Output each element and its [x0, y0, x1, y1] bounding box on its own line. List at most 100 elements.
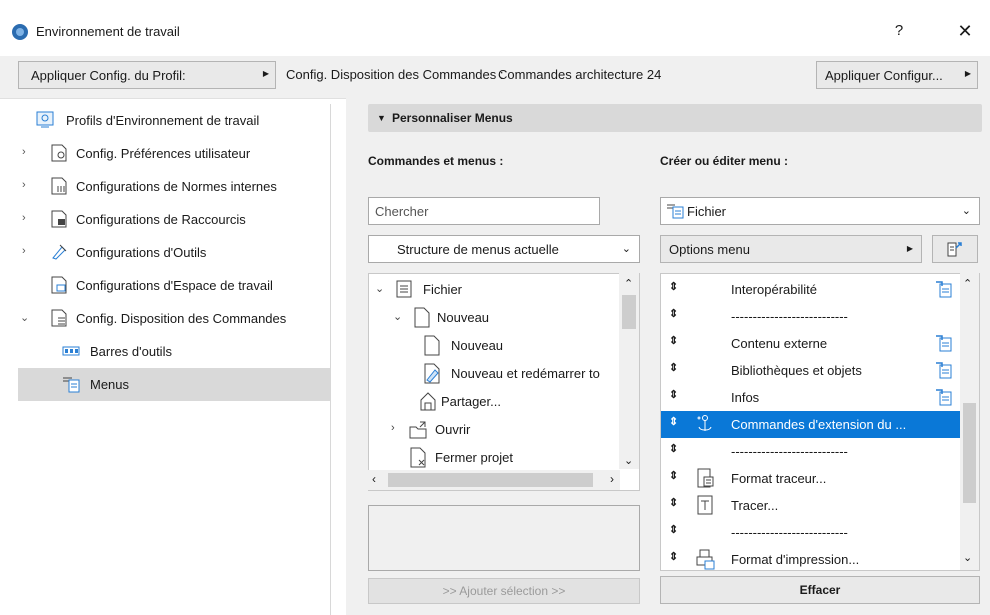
menu-item-interoperabilite[interactable]: ⇕ Interopérabilité	[661, 276, 961, 303]
drag-handle-icon[interactable]: ⇕	[669, 334, 678, 347]
section-header[interactable]: ▼ Personnaliser Menus	[368, 104, 982, 132]
window-title: Environnement de travail	[36, 24, 180, 39]
chevron-down-icon: ⌄	[961, 205, 971, 217]
menu-item-infos[interactable]: ⇕ Infos	[661, 384, 961, 411]
menu-item-format-impression[interactable]: ⇕ Format d'impression...	[661, 546, 961, 570]
workspace-icon	[51, 276, 67, 294]
command-description-box	[368, 505, 640, 571]
tree-item-label: Fichier	[423, 282, 463, 297]
menu-select-dropdown[interactable]: Fichier ⌄	[660, 197, 980, 225]
apply-config-button[interactable]: Appliquer Configur... ▶	[816, 61, 978, 89]
chevron-down-icon[interactable]: ⌄	[375, 282, 384, 295]
close-button[interactable]: ✕	[950, 18, 980, 44]
scroll-thumb[interactable]	[388, 473, 593, 487]
config-value: Commandes architecture 24	[498, 67, 662, 82]
menu-select-value: Fichier	[687, 204, 727, 219]
help-button[interactable]: ?	[884, 18, 914, 44]
drag-handle-icon[interactable]: ⇕	[669, 280, 678, 293]
drag-handle-icon[interactable]: ⇕	[669, 442, 678, 455]
chevron-right-icon[interactable]: ›	[22, 179, 26, 191]
sidebar-item-command-layout[interactable]: ⌄ Config. Disposition des Commandes	[18, 302, 330, 335]
menu-item-label: ---------------------------	[731, 525, 848, 540]
menu-item-label: Tracer...	[731, 498, 779, 513]
menu-item-extensions[interactable]: ⇕ Commandes d'extension du ...	[661, 411, 961, 438]
drag-handle-icon[interactable]: ⇕	[669, 523, 678, 536]
menu-structure-value: Structure de menus actuelle	[397, 242, 559, 257]
drag-handle-icon[interactable]: ⇕	[669, 415, 678, 428]
chevron-down-icon[interactable]: ⌄	[393, 310, 402, 323]
sidebar-item-toolbars[interactable]: Barres d'outils	[18, 335, 330, 368]
sidebar-item-shortcuts[interactable]: › Configurations de Raccourcis	[18, 203, 330, 236]
sidebar-item-label: Configurations de Raccourcis	[76, 212, 246, 227]
create-menu-heading: Créer ou éditer menu :	[660, 154, 789, 168]
scroll-thumb[interactable]	[622, 295, 636, 329]
menu-structure-dropdown[interactable]: Structure de menus actuelle ⌄	[368, 235, 640, 263]
sidebar-item-standards[interactable]: › Configurations de Normes internes	[18, 170, 330, 203]
close-project-icon	[410, 447, 426, 468]
scroll-thumb[interactable]	[963, 403, 976, 503]
sidebar-item-label: Configurations d'Outils	[76, 245, 207, 260]
scroll-up-icon[interactable]: ⌃	[963, 277, 972, 290]
apply-profile-label: Appliquer Config. du Profil:	[31, 68, 186, 83]
sidebar-item-menus[interactable]: Menus	[18, 368, 330, 401]
clear-button[interactable]: Effacer	[660, 576, 980, 604]
submenu-icon	[936, 362, 952, 379]
sidebar-item-label: Config. Préférences utilisateur	[76, 146, 251, 161]
menu-item-tracer[interactable]: ⇕ Tracer...	[661, 492, 961, 519]
submenu-icon	[936, 335, 952, 352]
commands-vertical-scrollbar[interactable]: ⌃ ⌄	[619, 273, 639, 469]
arrow-right-icon: ▶	[906, 244, 913, 253]
menu-item-separator[interactable]: ⇕ ---------------------------	[661, 303, 961, 330]
export-menu-button[interactable]	[932, 235, 978, 263]
drag-handle-icon[interactable]: ⇕	[669, 469, 678, 482]
apply-config-label: Appliquer Configur...	[825, 68, 943, 83]
chevron-right-icon[interactable]: ›	[22, 146, 26, 158]
settings-tree: Profils d'Environnement de travail › Con…	[18, 104, 331, 615]
toolbar-icon	[62, 346, 80, 356]
chevron-down-icon[interactable]: ⌄	[20, 311, 29, 324]
open-icon	[409, 421, 427, 439]
tree-item-label: Partager...	[441, 394, 501, 409]
chevron-right-icon[interactable]: ›	[391, 422, 395, 434]
chevron-right-icon[interactable]: ›	[22, 212, 26, 224]
search-input[interactable]	[368, 197, 600, 225]
scroll-down-icon[interactable]: ⌄	[963, 551, 972, 564]
commands-horizontal-scrollbar[interactable]: ‹ ›	[368, 470, 620, 490]
menu-list-scrollbar[interactable]: ⌃ ⌄	[960, 273, 979, 570]
menu-item-separator[interactable]: ⇕ ---------------------------	[661, 519, 961, 546]
apply-profile-button[interactable]: Appliquer Config. du Profil: ▶	[18, 61, 276, 89]
menu-item-contenu-externe[interactable]: ⇕ Contenu externe	[661, 330, 961, 357]
drag-handle-icon[interactable]: ⇕	[669, 550, 678, 563]
drag-handle-icon[interactable]: ⇕	[669, 496, 678, 509]
sidebar-item-label: Menus	[90, 377, 130, 392]
menu-item-bibliotheques[interactable]: ⇕ Bibliothèques et objets	[661, 357, 961, 384]
menu-doc-icon	[396, 280, 412, 298]
drag-handle-icon[interactable]: ⇕	[669, 388, 678, 401]
menu-item-label: ---------------------------	[731, 444, 848, 459]
chevron-right-icon[interactable]: ›	[22, 245, 26, 257]
sidebar-item-user-prefs[interactable]: › Config. Préférences utilisateur	[18, 137, 330, 170]
sidebar-item-tools[interactable]: › Configurations d'Outils	[18, 236, 330, 269]
menu-item-separator[interactable]: ⇕ ---------------------------	[661, 438, 961, 465]
scroll-right-icon[interactable]: ›	[610, 472, 614, 486]
print-setup-icon	[696, 549, 715, 570]
drag-handle-icon[interactable]: ⇕	[669, 361, 678, 374]
sidebar-item-label: Profils d'Environnement de travail	[66, 113, 260, 128]
scroll-left-icon[interactable]: ‹	[372, 472, 376, 486]
menu-item-label: Commandes d'extension du ...	[731, 417, 907, 432]
export-icon	[947, 242, 962, 257]
menus-icon	[63, 377, 80, 393]
menu-item-label: ---------------------------	[731, 309, 848, 324]
section-title: Personnaliser Menus	[392, 111, 513, 125]
scroll-up-icon[interactable]: ⌃	[624, 277, 633, 290]
config-label: Config. Disposition des Commandes :	[286, 67, 504, 82]
menu-options-button[interactable]: Options menu ▶	[660, 235, 922, 263]
scroll-down-icon[interactable]: ⌄	[624, 454, 633, 467]
sidebar-item-label: Config. Disposition des Commandes	[76, 311, 287, 326]
menu-item-format-traceur[interactable]: ⇕ Format traceur...	[661, 465, 961, 492]
add-selection-button[interactable]: >> Ajouter sélection >>	[368, 578, 640, 604]
sidebar-item-profiles[interactable]: Profils d'Environnement de travail	[18, 104, 330, 137]
drag-handle-icon[interactable]: ⇕	[669, 307, 678, 320]
sidebar-item-workspace[interactable]: Configurations d'Espace de travail	[18, 269, 330, 302]
arrow-right-icon: ▶	[262, 69, 269, 78]
